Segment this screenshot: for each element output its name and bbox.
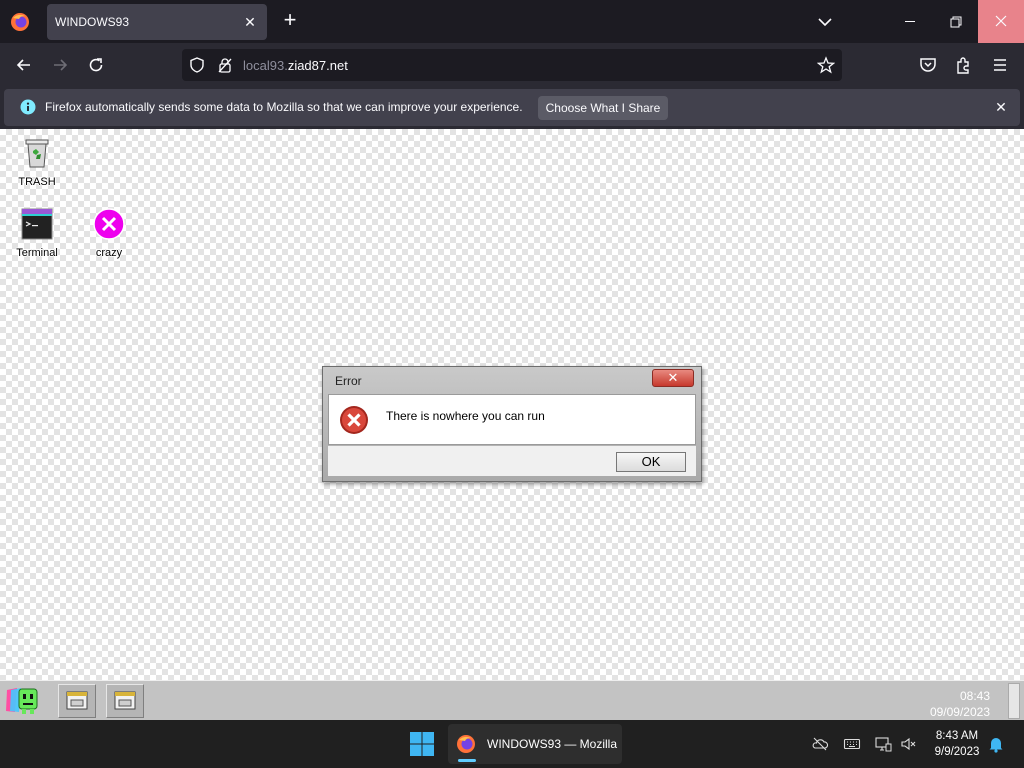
url-subdomain: local93. [243,58,288,73]
windows93-date: 09/09/2023 [929,705,990,719]
navigation-toolbar: local93.ziad87.net [0,43,1024,86]
os-taskbar: WINDOWS93 — Mozilla 8:43 AM 9/9/2023 [0,720,1024,768]
dialog-footer: OK [328,446,696,476]
desktop-icon-terminal[interactable]: Terminal [7,208,67,259]
system-clock[interactable]: 8:43 AM 9/9/2023 [925,728,989,760]
page-scrollbar[interactable] [1008,683,1020,719]
desktop-icon-trash[interactable]: TRASH [7,135,67,188]
keyboard-icon[interactable] [843,735,861,753]
firefox-menu-icon[interactable] [10,12,30,32]
tab-windows93[interactable]: WINDOWS93 ✕ [47,4,267,40]
webpage-desktop[interactable]: TRASH Terminal crazy Error ✕ There is no… [0,129,1024,680]
data-reporting-notification: Firefox automatically sends some data to… [0,86,1024,129]
puzzle-icon [957,57,969,74]
desktop-icon-crazy[interactable]: crazy [79,208,139,259]
dialog-title: Error [335,374,362,388]
forward-button[interactable] [49,54,71,76]
bookmark-star-icon[interactable] [816,56,836,79]
browser-tab-strip: WINDOWS93 ✕ + [0,0,1024,43]
url-domain: ziad87.net [287,58,348,73]
tracking-protection-shield-icon[interactable] [188,56,206,79]
reload-button[interactable] [85,54,107,76]
volume-muted-icon[interactable] [900,735,918,753]
running-indicator [458,759,476,762]
new-tab-button[interactable]: + [279,9,301,32]
notification-close-icon[interactable]: ✕ [992,98,1010,116]
desktop-icon-label: TRASH [18,176,56,188]
taskbar-app-label: WINDOWS93 — Mozilla [487,737,618,751]
url-bar[interactable]: local93.ziad87.net [182,49,842,81]
network-icon[interactable] [874,735,892,753]
tab-title: WINDOWS93 [55,15,130,29]
notification-panel: Firefox automatically sends some data to… [4,89,1020,126]
dialog-body: There is nowhere you can run [328,394,696,445]
trash-icon [25,139,49,168]
notification-bell-icon[interactable] [987,735,1005,753]
desktop-icon-label: Terminal [16,247,58,259]
notification-text: Firefox automatically sends some data to… [45,100,523,114]
ok-button[interactable]: OK [616,452,686,472]
hamburger-icon [994,59,1006,71]
list-all-tabs-chevron-icon[interactable] [815,12,835,32]
choose-what-i-share-button[interactable]: Choose What I Share [538,96,668,120]
arrow-left-icon [16,59,30,71]
windows93-taskbar: 08:43 09/09/2023 [0,680,1024,720]
insecure-lock-icon[interactable] [216,56,234,79]
firefox-icon [457,735,475,753]
dialog-message: There is nowhere you can run [386,409,545,423]
desktop-icon-label: crazy [95,247,123,259]
error-dialog: Error ✕ There is nowhere you can run OK [322,366,702,482]
crazy-x-icon [93,208,125,240]
onedrive-offline-icon[interactable] [811,735,829,753]
extensions-button[interactable] [953,54,975,76]
url-text[interactable]: local93.ziad87.net [243,58,348,73]
window-close-button[interactable] [978,0,1024,43]
arrow-right-icon [54,59,68,71]
windows93-time: 08:43 [959,689,990,703]
dialog-close-button[interactable]: ✕ [652,369,694,387]
terminal-icon [21,208,53,240]
window-minimize-button[interactable] [888,0,932,43]
taskbar-window-button[interactable] [58,684,96,718]
taskbar-window-button[interactable] [106,684,144,718]
back-button[interactable] [13,54,35,76]
reload-icon [89,58,103,72]
window-restore-button[interactable] [934,0,978,43]
system-time: 8:43 AM [935,730,979,742]
error-icon [339,405,369,435]
info-icon [20,99,36,120]
tab-close-icon[interactable]: ✕ [241,13,259,31]
system-date: 9/9/2023 [934,746,980,758]
pocket-button[interactable] [917,54,939,76]
taskbar-firefox-button[interactable]: WINDOWS93 — Mozilla [448,724,622,764]
close-icon [995,15,1007,27]
window-app-icon [114,691,136,710]
windows-logo-icon [410,732,434,756]
pocket-icon [920,58,936,72]
window-app-icon [66,691,88,710]
windows93-start-button[interactable] [3,684,41,718]
windows93-clock: 08:43 09/09/2023 [930,688,990,720]
windows-start-button[interactable] [408,730,436,758]
windows93-logo-icon [6,688,38,714]
app-menu-button[interactable] [989,54,1011,76]
